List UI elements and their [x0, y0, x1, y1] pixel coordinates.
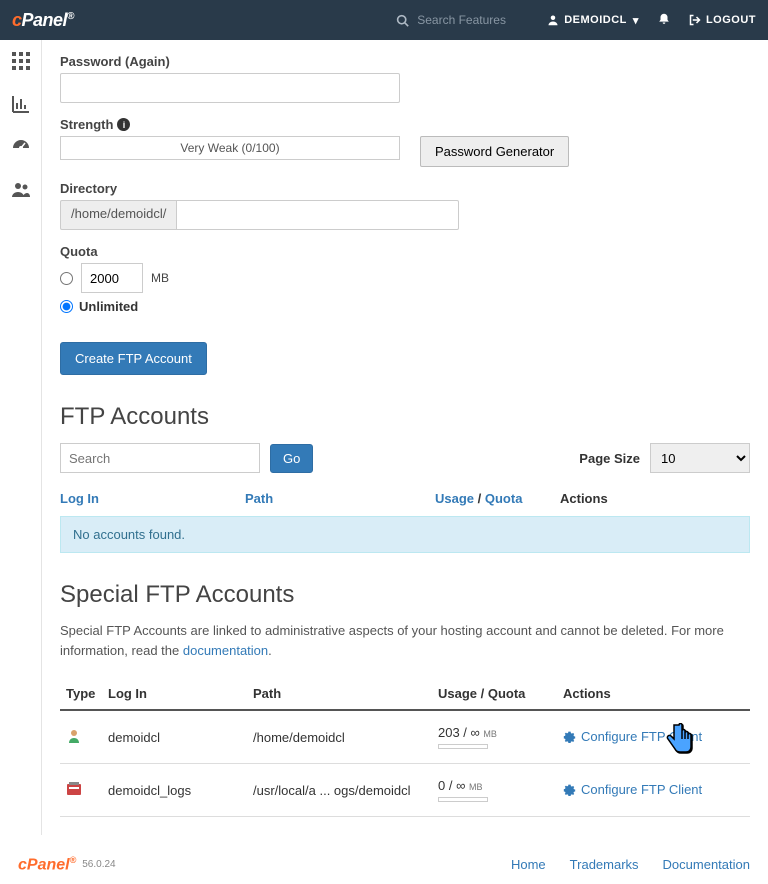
feature-search[interactable] [396, 13, 527, 27]
caret-down-icon: ▾ [633, 14, 639, 27]
nav-dashboard[interactable] [11, 138, 31, 159]
footer: cPanel® 56.0.24 Home Trademarks Document… [0, 835, 768, 884]
quota-limited-radio[interactable] [60, 272, 73, 285]
logout-button[interactable]: LOGOUT [689, 14, 756, 26]
password-again-input[interactable] [60, 73, 400, 103]
gear-icon [563, 783, 576, 796]
password-again-label: Password (Again) [60, 54, 750, 69]
feature-search-input[interactable] [417, 13, 527, 27]
user-menu[interactable]: DEMOIDCL ▾ [547, 14, 639, 27]
quota-unlimited-radio[interactable] [60, 300, 73, 313]
info-icon[interactable]: i [117, 118, 130, 131]
main-content: Password (Again) Strength i Very Weak (0… [42, 40, 768, 835]
sp-col-login: Log In [102, 678, 247, 710]
users-icon [11, 181, 31, 199]
directory-input[interactable] [176, 200, 459, 230]
footer-logo: cPanel® [18, 855, 76, 874]
search-icon [396, 14, 409, 27]
col-usage[interactable]: Usage [435, 491, 474, 506]
stats-icon [12, 95, 30, 113]
usage-bar [438, 744, 488, 749]
col-path[interactable]: Path [245, 491, 273, 506]
sp-col-usage: Usage / Quota [432, 678, 557, 710]
sp-col-path: Path [247, 678, 432, 710]
row-login: demoidcl_logs [102, 764, 247, 817]
quota-value-input[interactable] [81, 263, 143, 293]
cpanel-logo: cPanel® [12, 10, 74, 31]
usage-bar [438, 797, 488, 802]
table-row: demoidcl /home/demoidcl 203 / ∞ MB Confi… [60, 710, 750, 764]
footer-trademarks[interactable]: Trademarks [570, 857, 639, 872]
accounts-search-input[interactable] [60, 443, 260, 473]
version: 56.0.24 [82, 859, 115, 870]
col-login[interactable]: Log In [60, 491, 99, 506]
top-bar: cPanel® DEMOIDCL ▾ LOGOUT [0, 0, 768, 40]
directory-label: Directory [60, 181, 750, 196]
create-ftp-button[interactable]: Create FTP Account [60, 342, 207, 375]
strength-label: Strength i [60, 117, 750, 132]
nav-apps[interactable] [12, 52, 30, 73]
accounts-search-go[interactable]: Go [270, 444, 313, 473]
user-icon [547, 14, 559, 26]
nav-users[interactable] [11, 181, 31, 202]
user-type-icon [66, 728, 82, 744]
configure-ftp-link[interactable]: Configure FTP Client [563, 729, 702, 744]
bell-icon [657, 12, 671, 26]
col-actions: Actions [560, 491, 750, 506]
row-login: demoidcl [102, 710, 247, 764]
special-desc: Special FTP Accounts are linked to admin… [60, 621, 750, 660]
sp-col-actions: Actions [557, 678, 750, 710]
footer-documentation[interactable]: Documentation [663, 857, 750, 872]
page-size-select[interactable]: 10 [650, 443, 750, 473]
configure-ftp-link[interactable]: Configure FTP Client [563, 782, 702, 797]
footer-home[interactable]: Home [511, 857, 546, 872]
user-name: DEMOIDCL [564, 14, 627, 26]
password-generator-button[interactable]: Password Generator [420, 136, 569, 167]
unlimited-label: Unlimited [79, 299, 138, 314]
row-path: /home/demoidcl [247, 710, 432, 764]
ftp-accounts-heading: FTP Accounts [60, 403, 750, 431]
side-nav [0, 40, 42, 835]
directory-prefix: /home/demoidcl/ [60, 200, 176, 230]
log-type-icon [66, 781, 82, 797]
table-row: demoidcl_logs /usr/local/a ... ogs/demoi… [60, 764, 750, 817]
nav-stats[interactable] [12, 95, 30, 116]
page-size-label: Page Size [579, 451, 640, 466]
documentation-link[interactable]: documentation [183, 643, 268, 658]
grid-icon [12, 52, 30, 70]
quota-label: Quota [60, 244, 750, 259]
gear-icon [563, 730, 576, 743]
quota-unit: MB [151, 271, 169, 285]
strength-meter: Very Weak (0/100) [60, 136, 400, 160]
no-accounts-message: No accounts found. [60, 516, 750, 553]
notifications-button[interactable] [657, 12, 671, 29]
sp-col-type: Type [60, 678, 102, 710]
logout-icon [689, 14, 701, 26]
gauge-icon [11, 138, 31, 156]
special-ftp-heading: Special FTP Accounts [60, 581, 750, 609]
special-accounts-table: Type Log In Path Usage / Quota Actions d… [60, 678, 750, 817]
row-path: /usr/local/a ... ogs/demoidcl [247, 764, 432, 817]
col-quota[interactable]: Quota [485, 491, 523, 506]
